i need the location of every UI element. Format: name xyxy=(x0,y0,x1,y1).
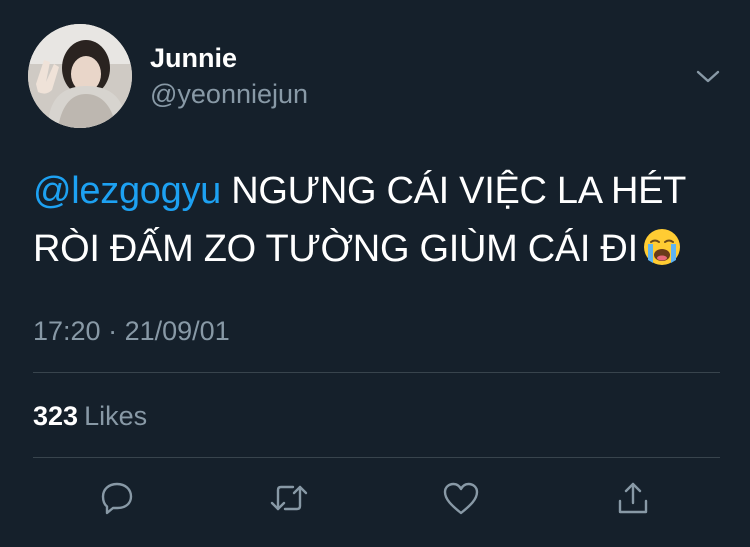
display-name[interactable]: Junnie xyxy=(150,42,237,74)
divider xyxy=(33,372,720,373)
user-handle[interactable]: @yeonniejun xyxy=(150,78,308,110)
tweet-line-1: @lezgogyu NGƯNG CÁI VIỆC LA HÉT xyxy=(33,162,723,220)
avatar[interactable] xyxy=(28,24,132,128)
tweet-line-2-text: RÒI ĐẤM ZO TƯỜNG GIÙM CÁI ĐI xyxy=(33,228,638,270)
like-button[interactable] xyxy=(436,475,486,525)
action-bar xyxy=(0,475,750,525)
like-icon xyxy=(441,479,481,522)
share-icon xyxy=(614,479,652,522)
tweet-line-1-text: NGƯNG CÁI VIỆC LA HÉT xyxy=(231,170,687,212)
chevron-down-icon[interactable] xyxy=(694,62,722,90)
likes-stat[interactable]: 323 Likes xyxy=(33,396,147,436)
divider xyxy=(33,457,720,458)
retweet-button[interactable] xyxy=(264,475,314,525)
tweet-card: Junnie @yeonniejun @lezgogyu NGƯNG CÁI V… xyxy=(0,0,750,547)
likes-label: Likes xyxy=(84,401,148,431)
tweet-line-2: RÒI ĐẤM ZO TƯỜNG GIÙM CÁI ĐI xyxy=(33,220,723,278)
loudly-crying-face-icon xyxy=(642,226,682,266)
retweet-icon xyxy=(269,479,309,522)
reply-icon xyxy=(98,479,136,522)
likes-count: 323 xyxy=(33,401,79,431)
avatar-image xyxy=(28,24,132,128)
tweet-text: @lezgogyu NGƯNG CÁI VIỆC LA HÉT RÒI ĐẤM … xyxy=(33,162,723,278)
meta-separator: · xyxy=(108,316,118,346)
tweet-time: 17:20 xyxy=(33,316,101,346)
share-button[interactable] xyxy=(608,475,658,525)
tweet-timestamp[interactable]: 17:20 · 21/09/01 xyxy=(33,312,230,350)
tweet-date: 21/09/01 xyxy=(124,316,230,346)
mention-link[interactable]: @lezgogyu xyxy=(33,170,221,212)
reply-button[interactable] xyxy=(92,475,142,525)
